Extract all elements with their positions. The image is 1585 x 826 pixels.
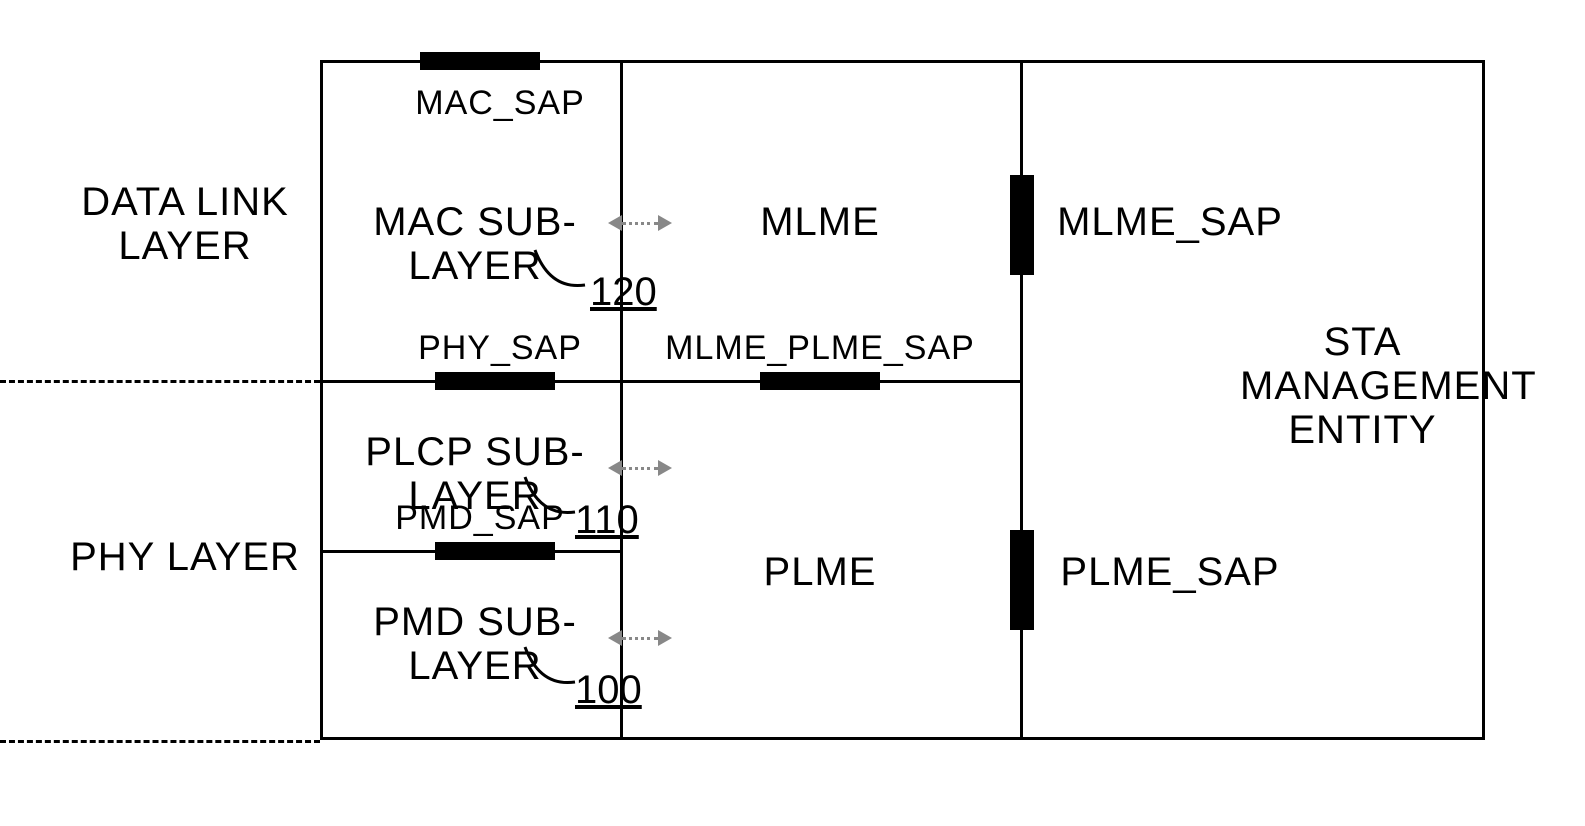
arrow-plcp-right-icon [658,460,672,476]
diagram-container: DATA LINK LAYER PHY LAYER MAC_SAP PHY_SA… [60,60,1525,766]
label-phy-layer: PHY LAYER [60,535,310,579]
hline-mac-phy [320,380,1020,383]
pmd-sap-block [435,542,555,560]
label-data-link-layer: DATA LINK LAYER [60,180,310,268]
arrow-pmd-line [622,637,658,640]
arrow-pmd-left-icon [608,630,622,646]
mac-sap-block [420,52,540,70]
arrow-plcp-line [622,467,658,470]
mlme-sap-block [1010,175,1034,275]
dash-top-left [0,380,320,383]
refnum-100: 100 [575,668,642,713]
label-plme-sap: PLME_SAP [1045,550,1295,594]
label-mlme-sap: MLME_SAP [1045,200,1295,244]
label-mac-sap: MAC_SAP [400,85,600,122]
label-mlme: MLME [680,200,960,244]
refnum-110: 110 [575,498,639,543]
arrow-plcp-left-icon [608,460,622,476]
mlme-plme-sap-block [760,372,880,390]
arrow-mac-left-icon [608,215,622,231]
arrow-pmd-right-icon [658,630,672,646]
arrow-mac-line [622,222,658,225]
label-phy-sap: PHY_SAP [400,330,600,367]
phy-sap-block [435,372,555,390]
label-sta-mgmt-entity: STA MANAGEMENT ENTITY [1240,320,1485,452]
label-mlme-plme-sap: MLME_PLME_SAP [660,330,980,367]
arrow-mac-right-icon [658,215,672,231]
plme-sap-block [1010,530,1034,630]
vline-mgmt-sta [1020,60,1023,740]
dash-bottom-left [0,740,320,743]
refnum-120: 120 [590,270,657,315]
label-plme: PLME [680,550,960,594]
